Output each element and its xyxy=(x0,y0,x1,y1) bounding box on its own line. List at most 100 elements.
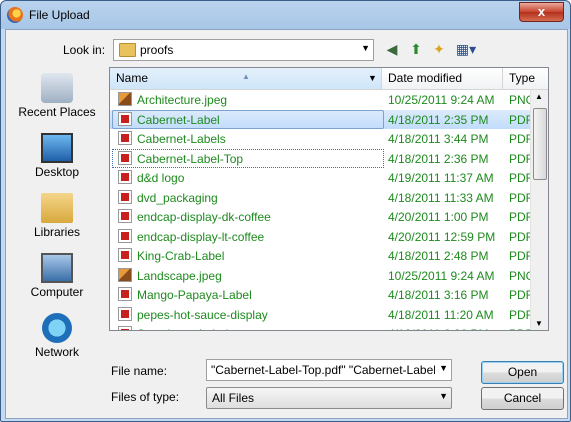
views-menu-button[interactable]: ▦▾ xyxy=(453,39,479,59)
up-one-level-button[interactable]: ⬆ xyxy=(407,39,425,59)
column-header-row: ▲ Name ▼ Date modified Type xyxy=(110,68,548,90)
date-modified-cell: 10/25/2011 9:24 AM xyxy=(388,268,495,283)
pdf-file-icon xyxy=(118,150,132,165)
new-folder-button[interactable]: ✦ xyxy=(430,39,448,59)
cancel-button[interactable]: Cancel xyxy=(481,387,564,410)
libraries-icon xyxy=(41,193,73,223)
chevron-down-icon[interactable]: ▼ xyxy=(368,68,377,89)
file-name-cell: endcap-display-dk-coffee xyxy=(137,210,271,224)
image-file-icon xyxy=(118,267,132,282)
file-row[interactable]: dvd_packaging 4/18/2011 11:33 AM PDF Fil xyxy=(110,188,548,207)
dialog-body: Look in: proofs ▼ ◀ ⬆ ✦ ▦▾ Recent Places… xyxy=(5,29,568,419)
pdf-file-icon xyxy=(118,209,132,223)
place-computer[interactable]: Computer xyxy=(15,250,99,310)
date-modified-cell: 4/18/2011 11:33 AM xyxy=(388,190,494,205)
date-modified-cell: 10/25/2011 9:24 AM xyxy=(388,93,495,107)
scroll-down-icon[interactable]: ▼ xyxy=(535,319,543,328)
recent-places-icon xyxy=(41,73,73,103)
file-name-input[interactable]: "Cabernet-Label-Top.pdf" "Cabernet-Label… xyxy=(206,359,452,381)
date-modified-cell: 4/18/2011 2:36 PM xyxy=(388,151,489,166)
look-in-label: Look in: xyxy=(63,43,106,57)
file-name-label: File name: xyxy=(111,364,168,378)
file-name-cell: endcap-display-lt-coffee xyxy=(137,229,265,244)
date-modified-cell: 4/18/2011 2:48 PM xyxy=(388,249,489,263)
scroll-up-icon[interactable]: ▲ xyxy=(535,92,543,101)
open-button[interactable]: Open xyxy=(481,361,564,384)
place-desktop[interactable]: Desktop xyxy=(15,130,99,190)
date-modified-cell: 4/20/2011 1:00 PM xyxy=(388,210,489,224)
file-row[interactable]: Architecture.jpeg 10/25/2011 9:24 AM PNG i… xyxy=(110,90,548,109)
file-name-cell: Cabernet-Label-Top xyxy=(137,151,244,166)
pdf-file-icon xyxy=(118,131,132,145)
files-of-type-value: All Files xyxy=(212,391,255,405)
image-file-icon xyxy=(118,92,132,106)
network-icon xyxy=(42,313,72,343)
file-row[interactable]: endcap-display-lt-coffee 4/20/2011 12:59 … xyxy=(110,227,548,246)
column-header-name[interactable]: ▲ Name ▼ xyxy=(110,68,382,89)
place-label: Desktop xyxy=(34,165,80,179)
chevron-down-icon[interactable]: ▼ xyxy=(439,363,448,373)
file-name-value: "Cabernet-Label-Top.pdf" "Cabernet-Label… xyxy=(211,363,435,377)
date-modified-cell: 4/18/2011 3:44 PM xyxy=(388,132,489,146)
pdf-file-icon xyxy=(118,287,132,301)
file-row[interactable]: Mango-Papaya-Label 4/18/2011 3:16 PM PDF F… xyxy=(110,285,548,304)
places-bar: Recent Places Desktop Libraries Computer… xyxy=(15,70,99,410)
place-label: Recent Places xyxy=(18,105,96,119)
folder-icon xyxy=(119,43,136,57)
file-row[interactable]: d&d logo 4/19/2011 11:37 AM PDF Fil xyxy=(110,168,548,187)
file-name-cell: Cabernet-Labels xyxy=(137,132,226,146)
firefox-icon xyxy=(7,7,23,23)
back-button[interactable]: ◀ xyxy=(383,39,401,59)
window-title: File Upload xyxy=(29,8,90,22)
file-name-cell: Cabernet-Label xyxy=(137,112,220,127)
chevron-down-icon: ▼ xyxy=(439,391,448,401)
file-row[interactable]: Strawberry-Label4/18/2011 2:26 PMPDF Fil xyxy=(110,324,548,330)
desktop-icon xyxy=(41,133,73,163)
file-name-cell: dvd_packaging xyxy=(137,190,218,205)
date-modified-cell: 4/18/2011 2:35 PM xyxy=(388,112,489,127)
file-list[interactable]: ▲ Name ▼ Date modified Type Architecture… xyxy=(109,67,549,331)
pdf-file-icon xyxy=(118,111,132,126)
column-header-name-label: Name xyxy=(116,71,149,85)
file-row[interactable]: endcap-display-dk-coffee 4/20/2011 1:00 P… xyxy=(110,207,548,226)
file-name-cell: Landscape.jpeg xyxy=(137,268,222,283)
pdf-file-icon xyxy=(118,170,132,184)
place-network[interactable]: Network xyxy=(15,310,99,370)
pdf-file-icon xyxy=(118,189,132,204)
date-modified-cell: 4/18/2011 3:16 PM xyxy=(388,288,489,302)
file-row[interactable]: pepes-hot-sauce-display 4/18/2011 11:20 A… xyxy=(110,305,548,324)
place-libraries[interactable]: Libraries xyxy=(15,190,99,250)
date-modified-cell: 4/20/2011 12:59 PM xyxy=(388,229,496,244)
place-recent-places[interactable]: Recent Places xyxy=(15,70,99,130)
file-row[interactable]: King-Crab-Label 4/18/2011 2:48 PM PDF Fil xyxy=(110,246,548,265)
date-modified-cell: 4/18/2011 2:26 PM xyxy=(388,327,489,330)
file-name-cell: Strawberry-Label xyxy=(137,327,228,330)
place-label: Libraries xyxy=(33,225,81,239)
file-row[interactable]: Landscape.jpeg 10/25/2011 9:24 AM PNG im xyxy=(110,266,548,285)
column-header-date[interactable]: Date modified xyxy=(382,68,503,89)
date-modified-cell: 4/18/2011 11:20 AM xyxy=(388,307,494,322)
files-of-type-label: Files of type: xyxy=(111,390,180,404)
pdf-file-icon xyxy=(118,326,132,330)
look-in-dropdown[interactable]: proofs ▼ xyxy=(113,39,374,61)
computer-icon xyxy=(41,253,73,283)
pdf-file-icon xyxy=(118,228,132,243)
file-name-cell: d&d logo xyxy=(137,171,185,185)
file-name-cell: pepes-hot-sauce-display xyxy=(137,307,268,322)
file-name-cell: King-Crab-Label xyxy=(137,249,225,263)
place-label: Network xyxy=(34,345,79,359)
place-label: Computer xyxy=(30,285,84,299)
chevron-down-icon: ▼ xyxy=(361,43,370,53)
scrollbar-thumb[interactable] xyxy=(533,108,547,180)
vertical-scrollbar[interactable]: ▲ ▼ xyxy=(530,90,548,330)
date-modified-cell: 4/19/2011 11:37 AM xyxy=(388,171,494,185)
files-of-type-dropdown[interactable]: All Files ▼ xyxy=(206,387,452,409)
pdf-file-icon xyxy=(118,248,132,262)
file-row[interactable]: Cabernet-Label 4/18/2011 2:35 PM PDF Fil xyxy=(110,109,548,129)
column-header-type[interactable]: Type xyxy=(503,68,548,89)
file-row[interactable]: Cabernet-Labels 4/18/2011 3:44 PM PDF Fil xyxy=(110,129,548,148)
file-row[interactable]: Cabernet-Label-Top 4/18/2011 2:36 PM PDF F… xyxy=(110,148,548,168)
file-name-cell: Mango-Papaya-Label xyxy=(137,288,252,302)
close-button[interactable]: x xyxy=(519,2,564,22)
title-bar[interactable]: File Upload x xyxy=(1,1,570,29)
